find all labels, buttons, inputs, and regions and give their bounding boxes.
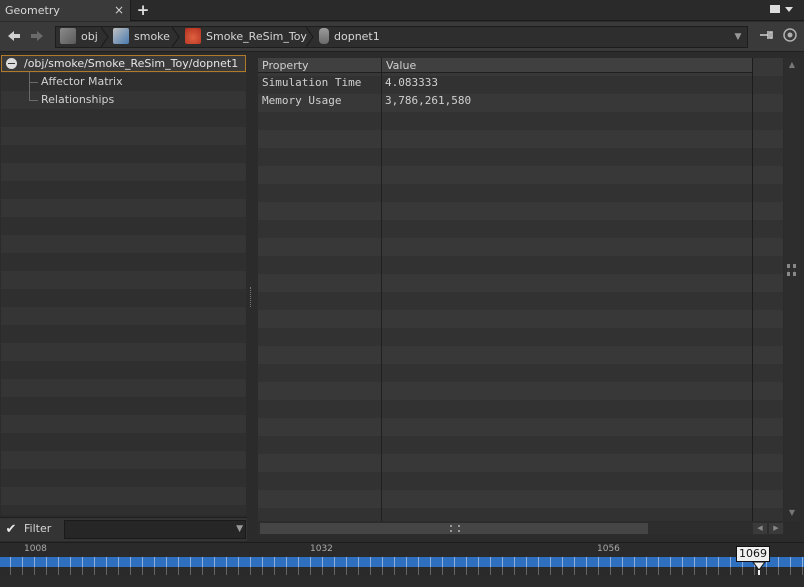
scroll-down-icon[interactable]: ▼ <box>785 508 799 517</box>
column-header-property[interactable]: Property <box>258 58 381 73</box>
table-cell-property: Simulation Time <box>262 76 362 89</box>
crumb-label: dopnet1 <box>334 30 380 43</box>
filter-input[interactable]: ▼ <box>64 520 246 539</box>
crumb-separator <box>172 27 180 47</box>
scrollbar-grip-icon[interactable] <box>787 264 796 276</box>
crumb-smoke[interactable]: smoke <box>113 27 170 47</box>
tab-close-icon[interactable]: × <box>114 0 124 21</box>
filter-label: Filter <box>24 522 52 535</box>
tree-connector <box>29 72 30 100</box>
splitter-grip-icon <box>250 287 252 307</box>
filter-row: ✔ Filter ▼ <box>0 517 247 541</box>
crumb-separator <box>101 27 109 47</box>
tab-geometry-spreadsheet[interactable]: Geometry Spreadsheet × <box>0 0 131 38</box>
breadcrumb: obj smoke Smoke_ReSim_Toy dopnet1 ▼ <box>55 26 748 48</box>
scroll-up-icon[interactable]: ▲ <box>785 60 799 69</box>
tree-root-item[interactable]: /obj/smoke/Smoke_ReSim_Toy/dopnet1 <box>1 55 246 72</box>
crumb-dopnet1[interactable]: dopnet1 <box>319 27 380 47</box>
spreadsheet-table: Property Value Simulation Time 4.083333 … <box>258 58 753 521</box>
scroll-right-icon[interactable]: ▶ <box>769 523 783 534</box>
column-header-value[interactable]: Value <box>382 58 753 73</box>
table-cell-value: 3,786,261,580 <box>385 94 472 107</box>
tree-item-relationships[interactable]: Relationships <box>41 91 114 109</box>
table-cell-property: Memory Usage <box>262 94 342 107</box>
crumb-obj[interactable]: obj <box>60 27 98 47</box>
window-icon[interactable] <box>769 0 781 21</box>
collapse-icon[interactable] <box>6 58 17 69</box>
pin-icon[interactable] <box>756 27 776 47</box>
tree-connector <box>29 82 38 83</box>
tree-pane: /obj/smoke/Smoke_ReSim_Toy/dopnet1 Affec… <box>1 55 246 515</box>
link-icon[interactable] <box>780 27 800 47</box>
horizontal-scrollbar[interactable] <box>258 522 784 535</box>
smoke-icon <box>113 28 129 44</box>
timeline-ticks <box>0 557 804 567</box>
tree-item-affector-matrix[interactable]: Affector Matrix <box>41 73 123 91</box>
tab-bar: Geometry Spreadsheet × + <box>0 0 804 38</box>
back-icon[interactable] <box>5 28 23 46</box>
timeline-footer <box>0 576 804 587</box>
node-icon <box>319 28 329 44</box>
filter-checkbox[interactable]: ✔ <box>4 523 18 537</box>
tree-root-label: /obj/smoke/Smoke_ReSim_Toy/dopnet1 <box>24 57 239 70</box>
pane-menu-icon[interactable] <box>784 0 794 21</box>
timeline[interactable]: 1008 1032 1056 1069 <box>0 542 804 587</box>
path-dropdown-icon[interactable]: ▼ <box>731 27 745 47</box>
pane-splitter[interactable] <box>247 55 255 542</box>
path-bar: obj smoke Smoke_ReSim_Toy dopnet1 ▼ <box>0 22 804 52</box>
add-tab-icon[interactable]: + <box>136 0 150 21</box>
timeline-label: 1008 <box>24 544 47 554</box>
vertical-scrollbar[interactable]: ▲ ▼ <box>784 58 800 521</box>
crumb-label: Smoke_ReSim_Toy <box>206 30 307 43</box>
forward-icon[interactable] <box>28 28 46 46</box>
column-divider <box>381 58 382 521</box>
obj-icon <box>60 28 76 44</box>
current-frame-indicator[interactable]: 1069 <box>736 546 770 562</box>
timeline-label: 1056 <box>597 544 620 554</box>
table-overflow-area <box>753 58 783 521</box>
timeline-ticks <box>0 567 804 575</box>
crumb-smoke-resim-toy[interactable]: Smoke_ReSim_Toy <box>185 27 307 47</box>
crumb-label: obj <box>81 30 98 43</box>
crumb-label: smoke <box>134 30 170 43</box>
filter-dropdown-icon[interactable]: ▼ <box>236 521 243 538</box>
frame-marker-icon[interactable] <box>752 561 766 575</box>
crumb-separator <box>306 27 314 47</box>
tree-connector <box>29 100 38 101</box>
table-cell-value: 4.083333 <box>385 76 438 89</box>
thumb-grip-icon <box>450 525 460 532</box>
timeline-label: 1032 <box>310 544 333 554</box>
scrollbar-thumb[interactable] <box>260 523 648 534</box>
scroll-left-icon[interactable]: ◀ <box>753 523 767 534</box>
dopnet-icon <box>185 28 201 44</box>
